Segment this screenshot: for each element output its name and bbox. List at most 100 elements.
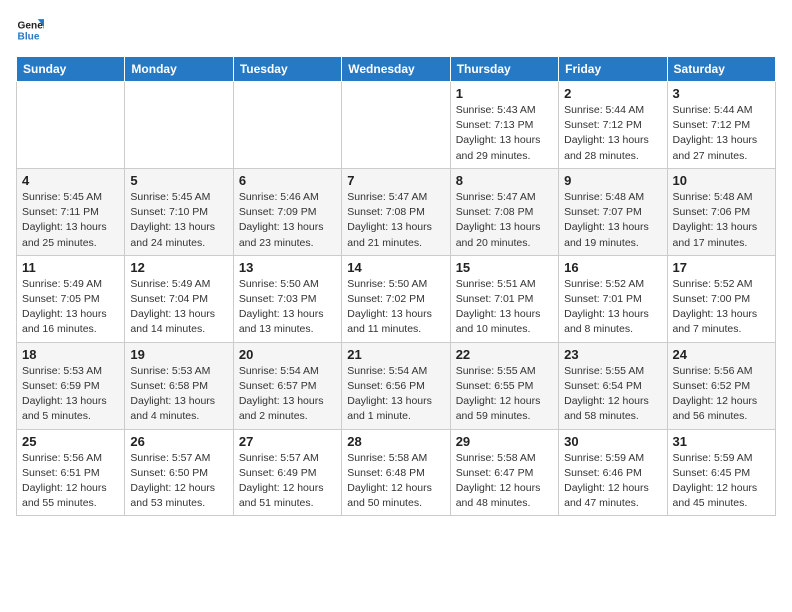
calendar-cell xyxy=(17,82,125,169)
day-info: Sunrise: 5:44 AM Sunset: 7:12 PM Dayligh… xyxy=(564,103,661,164)
week-row-4: 18 Sunrise: 5:53 AM Sunset: 6:59 PM Dayli… xyxy=(17,342,776,429)
day-info: Sunrise: 5:54 AM Sunset: 6:57 PM Dayligh… xyxy=(239,364,336,425)
weekday-header-saturday: Saturday xyxy=(667,57,775,82)
day-info: Sunrise: 5:48 AM Sunset: 7:06 PM Dayligh… xyxy=(673,190,770,251)
day-number: 13 xyxy=(239,260,336,275)
calendar-cell: 24Sunrise: 5:56 AM Sunset: 6:52 PM Dayli… xyxy=(667,342,775,429)
day-info: Sunrise: 5:55 AM Sunset: 6:55 PM Dayligh… xyxy=(456,364,553,425)
calendar-cell: 21 Sunrise: 5:54 AM Sunset: 6:56 PM Dayli… xyxy=(342,342,450,429)
day-number: 18 xyxy=(22,347,119,362)
day-info: Sunrise: 5:59 AM Sunset: 6:45 PM Dayligh… xyxy=(673,451,770,512)
weekday-header-thursday: Thursday xyxy=(450,57,558,82)
calendar-cell: 17Sunrise: 5:52 AM Sunset: 7:00 PM Dayli… xyxy=(667,255,775,342)
calendar-cell: 25 Sunrise: 5:56 AM Sunset: 6:51 PM Dayli… xyxy=(17,429,125,516)
week-row-2: 4Sunrise: 5:45 AM Sunset: 7:11 PM Daylig… xyxy=(17,168,776,255)
day-info: Sunrise: 5:48 AM Sunset: 7:07 PM Dayligh… xyxy=(564,190,661,251)
day-info: Sunrise: 5:57 AM Sunset: 6:50 PM Dayligh… xyxy=(130,451,227,512)
day-number: 31 xyxy=(673,434,770,449)
calendar-cell: 26 Sunrise: 5:57 AM Sunset: 6:50 PM Dayli… xyxy=(125,429,233,516)
calendar-cell: 6Sunrise: 5:46 AM Sunset: 7:09 PM Daylig… xyxy=(233,168,341,255)
day-number: 12 xyxy=(130,260,227,275)
day-number: 25 xyxy=(22,434,119,449)
calendar-cell: 4Sunrise: 5:45 AM Sunset: 7:11 PM Daylig… xyxy=(17,168,125,255)
day-number: 28 xyxy=(347,434,444,449)
day-number: 21 xyxy=(347,347,444,362)
calendar-cell: 9 Sunrise: 5:48 AM Sunset: 7:07 PM Daylig… xyxy=(559,168,667,255)
day-number: 4 xyxy=(22,173,119,188)
weekday-header-monday: Monday xyxy=(125,57,233,82)
calendar-cell: 11 Sunrise: 5:49 AM Sunset: 7:05 PM Dayli… xyxy=(17,255,125,342)
weekday-header-sunday: Sunday xyxy=(17,57,125,82)
day-info: Sunrise: 5:50 AM Sunset: 7:03 PM Dayligh… xyxy=(239,277,336,338)
day-info: Sunrise: 5:44 AM Sunset: 7:12 PM Dayligh… xyxy=(673,103,770,164)
day-info: Sunrise: 5:53 AM Sunset: 6:59 PM Dayligh… xyxy=(22,364,119,425)
day-number: 23 xyxy=(564,347,661,362)
day-number: 30 xyxy=(564,434,661,449)
calendar-cell: 14 Sunrise: 5:50 AM Sunset: 7:02 PM Dayli… xyxy=(342,255,450,342)
day-info: Sunrise: 5:50 AM Sunset: 7:02 PM Dayligh… xyxy=(347,277,444,338)
day-info: Sunrise: 5:45 AM Sunset: 7:10 PM Dayligh… xyxy=(130,190,227,251)
calendar-cell: 8 Sunrise: 5:47 AM Sunset: 7:08 PM Daylig… xyxy=(450,168,558,255)
day-info: Sunrise: 5:54 AM Sunset: 6:56 PM Dayligh… xyxy=(347,364,444,425)
calendar-cell: 18 Sunrise: 5:53 AM Sunset: 6:59 PM Dayli… xyxy=(17,342,125,429)
calendar-cell: 22 Sunrise: 5:55 AM Sunset: 6:55 PM Dayli… xyxy=(450,342,558,429)
calendar-cell: 27 Sunrise: 5:57 AM Sunset: 6:49 PM Dayli… xyxy=(233,429,341,516)
day-info: Sunrise: 5:49 AM Sunset: 7:05 PM Dayligh… xyxy=(22,277,119,338)
calendar-cell: 12 Sunrise: 5:49 AM Sunset: 7:04 PM Dayli… xyxy=(125,255,233,342)
calendar-cell: 15Sunrise: 5:51 AM Sunset: 7:01 PM Dayli… xyxy=(450,255,558,342)
calendar-cell: 31 Sunrise: 5:59 AM Sunset: 6:45 PM Dayli… xyxy=(667,429,775,516)
svg-text:Blue: Blue xyxy=(18,31,40,42)
day-info: Sunrise: 5:57 AM Sunset: 6:49 PM Dayligh… xyxy=(239,451,336,512)
day-info: Sunrise: 5:59 AM Sunset: 6:46 PM Dayligh… xyxy=(564,451,661,512)
day-number: 19 xyxy=(130,347,227,362)
day-number: 9 xyxy=(564,173,661,188)
calendar-cell: 7Sunrise: 5:47 AM Sunset: 7:08 PM Daylig… xyxy=(342,168,450,255)
calendar-table: SundayMondayTuesdayWednesdayThursdayFrid… xyxy=(16,56,776,516)
day-number: 15 xyxy=(456,260,553,275)
day-number: 27 xyxy=(239,434,336,449)
calendar-cell: 23 Sunrise: 5:55 AM Sunset: 6:54 PM Dayli… xyxy=(559,342,667,429)
week-row-5: 25 Sunrise: 5:56 AM Sunset: 6:51 PM Dayli… xyxy=(17,429,776,516)
week-row-1: 1Sunrise: 5:43 AM Sunset: 7:13 PM Daylig… xyxy=(17,82,776,169)
calendar-cell: 1Sunrise: 5:43 AM Sunset: 7:13 PM Daylig… xyxy=(450,82,558,169)
day-number: 10 xyxy=(673,173,770,188)
day-info: Sunrise: 5:55 AM Sunset: 6:54 PM Dayligh… xyxy=(564,364,661,425)
weekday-header-wednesday: Wednesday xyxy=(342,57,450,82)
calendar-cell: 13 Sunrise: 5:50 AM Sunset: 7:03 PM Dayli… xyxy=(233,255,341,342)
day-number: 7 xyxy=(347,173,444,188)
day-info: Sunrise: 5:56 AM Sunset: 6:51 PM Dayligh… xyxy=(22,451,119,512)
day-number: 14 xyxy=(347,260,444,275)
calendar-cell: 20 Sunrise: 5:54 AM Sunset: 6:57 PM Dayli… xyxy=(233,342,341,429)
day-number: 2 xyxy=(564,86,661,101)
logo: General Blue xyxy=(16,16,48,44)
calendar-cell xyxy=(233,82,341,169)
calendar-cell: 5 Sunrise: 5:45 AM Sunset: 7:10 PM Daylig… xyxy=(125,168,233,255)
day-number: 22 xyxy=(456,347,553,362)
page-header: General Blue xyxy=(16,16,776,44)
day-info: Sunrise: 5:47 AM Sunset: 7:08 PM Dayligh… xyxy=(456,190,553,251)
calendar-cell: 16Sunrise: 5:52 AM Sunset: 7:01 PM Dayli… xyxy=(559,255,667,342)
calendar-cell xyxy=(342,82,450,169)
day-number: 5 xyxy=(130,173,227,188)
logo-icon: General Blue xyxy=(16,16,44,44)
weekday-header-friday: Friday xyxy=(559,57,667,82)
day-info: Sunrise: 5:58 AM Sunset: 6:47 PM Dayligh… xyxy=(456,451,553,512)
day-number: 8 xyxy=(456,173,553,188)
weekday-header-tuesday: Tuesday xyxy=(233,57,341,82)
day-info: Sunrise: 5:46 AM Sunset: 7:09 PM Dayligh… xyxy=(239,190,336,251)
day-number: 11 xyxy=(22,260,119,275)
calendar-cell: 2 Sunrise: 5:44 AM Sunset: 7:12 PM Daylig… xyxy=(559,82,667,169)
day-info: Sunrise: 5:58 AM Sunset: 6:48 PM Dayligh… xyxy=(347,451,444,512)
day-number: 1 xyxy=(456,86,553,101)
calendar-cell: 29Sunrise: 5:58 AM Sunset: 6:47 PM Dayli… xyxy=(450,429,558,516)
weekday-header-row: SundayMondayTuesdayWednesdayThursdayFrid… xyxy=(17,57,776,82)
day-number: 3 xyxy=(673,86,770,101)
svg-text:General: General xyxy=(18,20,44,31)
calendar-cell: 30 Sunrise: 5:59 AM Sunset: 6:46 PM Dayli… xyxy=(559,429,667,516)
day-number: 26 xyxy=(130,434,227,449)
calendar-cell xyxy=(125,82,233,169)
day-info: Sunrise: 5:49 AM Sunset: 7:04 PM Dayligh… xyxy=(130,277,227,338)
day-info: Sunrise: 5:52 AM Sunset: 7:00 PM Dayligh… xyxy=(673,277,770,338)
calendar-cell: 19Sunrise: 5:53 AM Sunset: 6:58 PM Dayli… xyxy=(125,342,233,429)
day-number: 20 xyxy=(239,347,336,362)
